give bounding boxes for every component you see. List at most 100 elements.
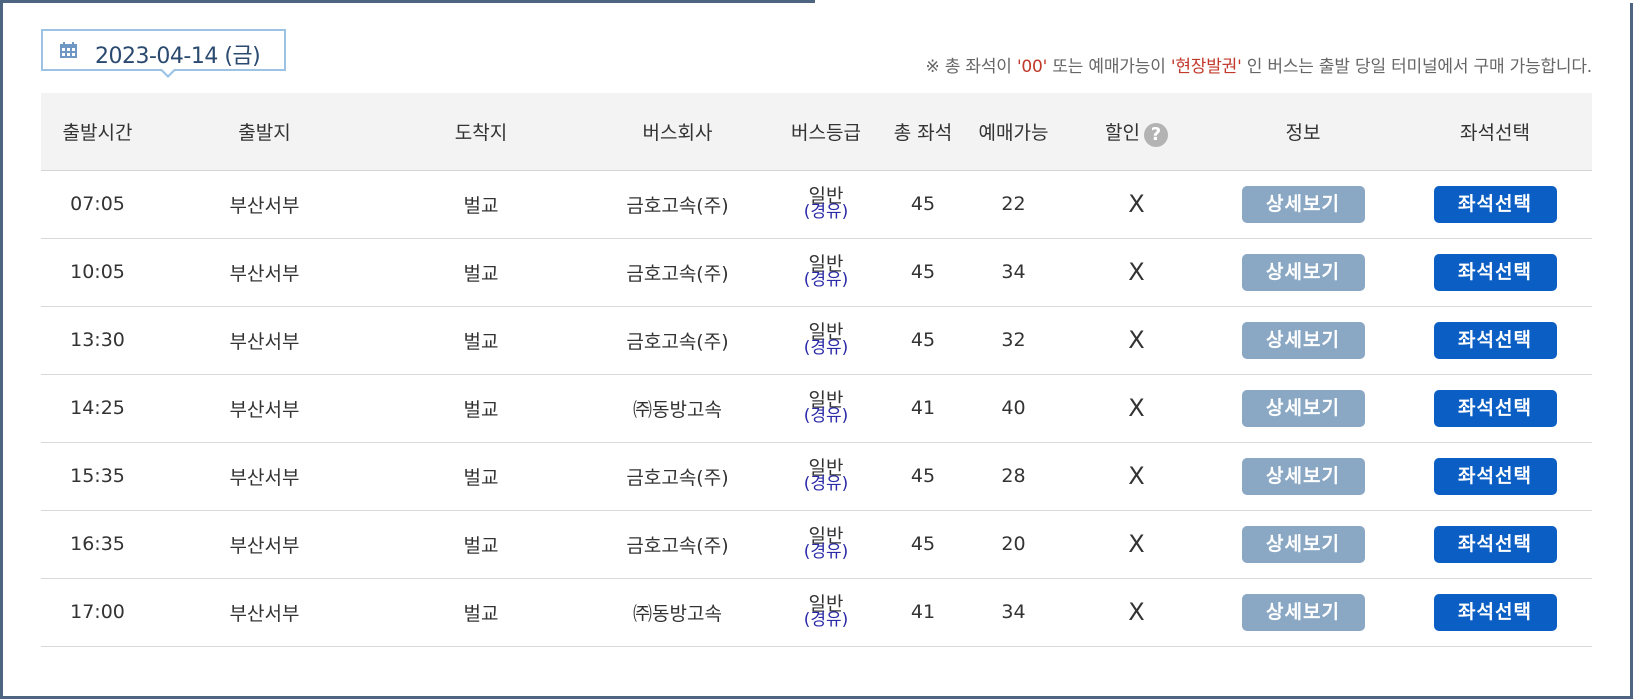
col-company: 버스회사 bbox=[587, 93, 768, 171]
cell-company: ㈜동방고속 bbox=[587, 374, 768, 443]
selected-date: 2023-04-14 (금) bbox=[95, 44, 261, 69]
cell-discount: X bbox=[1065, 306, 1208, 375]
cell-grade: 일반 (경유) bbox=[768, 442, 884, 511]
cell-discount: X bbox=[1065, 442, 1208, 511]
cell-discount: X bbox=[1065, 510, 1208, 579]
purchase-notice: ※ 총 좌석이 '00' 또는 예매가능이 '현장발권' 인 버스는 출발 당일… bbox=[926, 52, 1593, 77]
grade-label: 일반 (경유) bbox=[803, 595, 849, 630]
cell-destination: 벌교 bbox=[375, 238, 587, 307]
cell-seat-select: 좌석선택 bbox=[1398, 374, 1592, 443]
cell-company: 금호고속(주) bbox=[587, 510, 768, 579]
cell-total-seats: 45 bbox=[884, 238, 962, 307]
table-header-row: 출발시간 출발지 도착지 버스회사 버스등급 총 좌석 예매가능 할인? 정보 … bbox=[41, 93, 1592, 171]
grade-label: 일반 (경유) bbox=[803, 187, 849, 222]
cell-info: 상세보기 bbox=[1208, 306, 1398, 375]
cell-destination: 벌교 bbox=[375, 578, 587, 647]
detail-button[interactable]: 상세보기 bbox=[1241, 253, 1365, 291]
cell-info: 상세보기 bbox=[1208, 374, 1398, 443]
seat-select-button[interactable]: 좌석선택 bbox=[1433, 321, 1557, 359]
cell-depart-time: 13:30 bbox=[41, 306, 154, 375]
grade-label: 일반 (경유) bbox=[804, 323, 849, 357]
cell-origin: 부산서부 bbox=[154, 170, 375, 239]
table-row: 14:25 부산서부 벌교 ㈜동방고속 일반 (경유) 41 40 X 상세보기 좌석선택 bbox=[41, 374, 1592, 443]
discount-mark: X bbox=[1128, 530, 1145, 558]
detail-button[interactable]: 상세보기 bbox=[1241, 321, 1365, 359]
cell-total-seats: 45 bbox=[884, 306, 962, 375]
seat-select-button[interactable]: 좌석선택 bbox=[1433, 185, 1557, 223]
cell-company: 금호고속(주) bbox=[587, 442, 768, 511]
date-selector[interactable]: 2023-04-14 (금) bbox=[41, 29, 286, 78]
cell-depart-time: 07:05 bbox=[41, 170, 154, 239]
cell-total-seats: 45 bbox=[884, 510, 962, 579]
cell-destination: 벌교 bbox=[375, 306, 587, 375]
cell-origin: 부산서부 bbox=[154, 442, 375, 511]
detail-button[interactable]: 상세보기 bbox=[1241, 389, 1365, 427]
cell-destination: 벌교 bbox=[375, 510, 587, 579]
cell-origin: 부산서부 bbox=[154, 510, 375, 579]
cell-seat-select: 좌석선택 bbox=[1398, 578, 1592, 647]
cell-origin: 부산서부 bbox=[154, 578, 375, 647]
seat-select-button[interactable]: 좌석선택 bbox=[1433, 253, 1557, 291]
notice-onsite-highlight: '현장발권' bbox=[1170, 57, 1242, 77]
cell-depart-time: 16:35 bbox=[41, 510, 154, 579]
cell-total-seats: 45 bbox=[884, 170, 962, 239]
detail-button[interactable]: 상세보기 bbox=[1241, 593, 1365, 631]
col-origin: 출발지 bbox=[154, 93, 375, 171]
seat-select-button[interactable]: 좌석선택 bbox=[1433, 593, 1557, 631]
cell-available: 32 bbox=[962, 306, 1065, 375]
cell-origin: 부산서부 bbox=[154, 374, 375, 443]
cell-grade: 일반 (경유) bbox=[768, 170, 884, 239]
frame-gap bbox=[815, 0, 1633, 3]
cell-company: 금호고속(주) bbox=[587, 170, 768, 239]
cell-discount: X bbox=[1065, 170, 1208, 239]
col-discount-label: 할인 bbox=[1105, 121, 1140, 144]
col-depart-time: 출발시간 bbox=[41, 93, 154, 171]
grade-label: 일반 (경유) bbox=[803, 391, 849, 426]
cell-grade: 일반 (경유) bbox=[768, 374, 884, 443]
grade-sub: (경유) bbox=[803, 202, 849, 222]
cell-available: 20 bbox=[962, 510, 1065, 579]
calendar-icon bbox=[60, 42, 77, 58]
notice-mid: 또는 예매가능이 bbox=[1047, 57, 1171, 77]
detail-button[interactable]: 상세보기 bbox=[1241, 185, 1365, 223]
col-grade: 버스등급 bbox=[768, 93, 884, 171]
cell-origin: 부산서부 bbox=[154, 306, 375, 375]
grade-sub: (경유) bbox=[803, 406, 849, 426]
cell-seat-select: 좌석선택 bbox=[1398, 170, 1592, 239]
discount-mark: X bbox=[1128, 258, 1145, 286]
col-seat-select: 좌석선택 bbox=[1398, 93, 1592, 171]
seat-select-button[interactable]: 좌석선택 bbox=[1433, 525, 1557, 563]
detail-button[interactable]: 상세보기 bbox=[1241, 525, 1365, 563]
cell-info: 상세보기 bbox=[1208, 170, 1398, 239]
cell-total-seats: 41 bbox=[884, 374, 962, 443]
cell-available: 28 bbox=[962, 442, 1065, 511]
col-info: 정보 bbox=[1208, 93, 1398, 171]
table-row: 07:05 부산서부 벌교 금호고속(주) 일반 (경유) 45 22 X 상세보기 좌석선택 bbox=[41, 170, 1592, 239]
cell-info: 상세보기 bbox=[1208, 238, 1398, 307]
grade-sub: (경유) bbox=[803, 610, 849, 630]
cell-info: 상세보기 bbox=[1208, 442, 1398, 511]
discount-mark: X bbox=[1128, 462, 1145, 490]
cell-available: 34 bbox=[962, 238, 1065, 307]
table-row: 10:05 부산서부 벌교 금호고속(주) 일반 (경유) 45 34 X 상세보기 좌석선택 bbox=[41, 238, 1592, 307]
detail-button[interactable]: 상세보기 bbox=[1241, 457, 1365, 495]
help-icon[interactable]: ? bbox=[1143, 123, 1168, 147]
grade-sub: (경유) bbox=[803, 270, 849, 290]
cell-available: 40 bbox=[962, 374, 1065, 443]
seat-select-button[interactable]: 좌석선택 bbox=[1433, 389, 1557, 427]
cell-seat-select: 좌석선택 bbox=[1398, 306, 1592, 375]
col-discount: 할인? bbox=[1065, 93, 1208, 171]
col-total-seats: 총 좌석 bbox=[884, 93, 962, 171]
cell-company: 금호고속(주) bbox=[587, 306, 768, 375]
cell-grade: 일반 (경유) bbox=[768, 238, 884, 307]
table-row: 16:35 부산서부 벌교 금호고속(주) 일반 (경유) 45 20 X 상세보기 좌석선택 bbox=[41, 510, 1592, 579]
grade-sub: (경유) bbox=[803, 474, 849, 494]
cell-total-seats: 45 bbox=[884, 442, 962, 511]
grade-label: 일반 (경유) bbox=[804, 527, 849, 561]
cell-depart-time: 15:35 bbox=[41, 442, 154, 511]
cell-total-seats: 41 bbox=[884, 578, 962, 647]
discount-mark: X bbox=[1128, 598, 1145, 626]
seat-select-button[interactable]: 좌석선택 bbox=[1433, 457, 1557, 495]
cell-destination: 벌교 bbox=[375, 170, 587, 239]
bus-schedule-table: 출발시간 출발지 도착지 버스회사 버스등급 총 좌석 예매가능 할인? 정보 … bbox=[41, 93, 1592, 647]
